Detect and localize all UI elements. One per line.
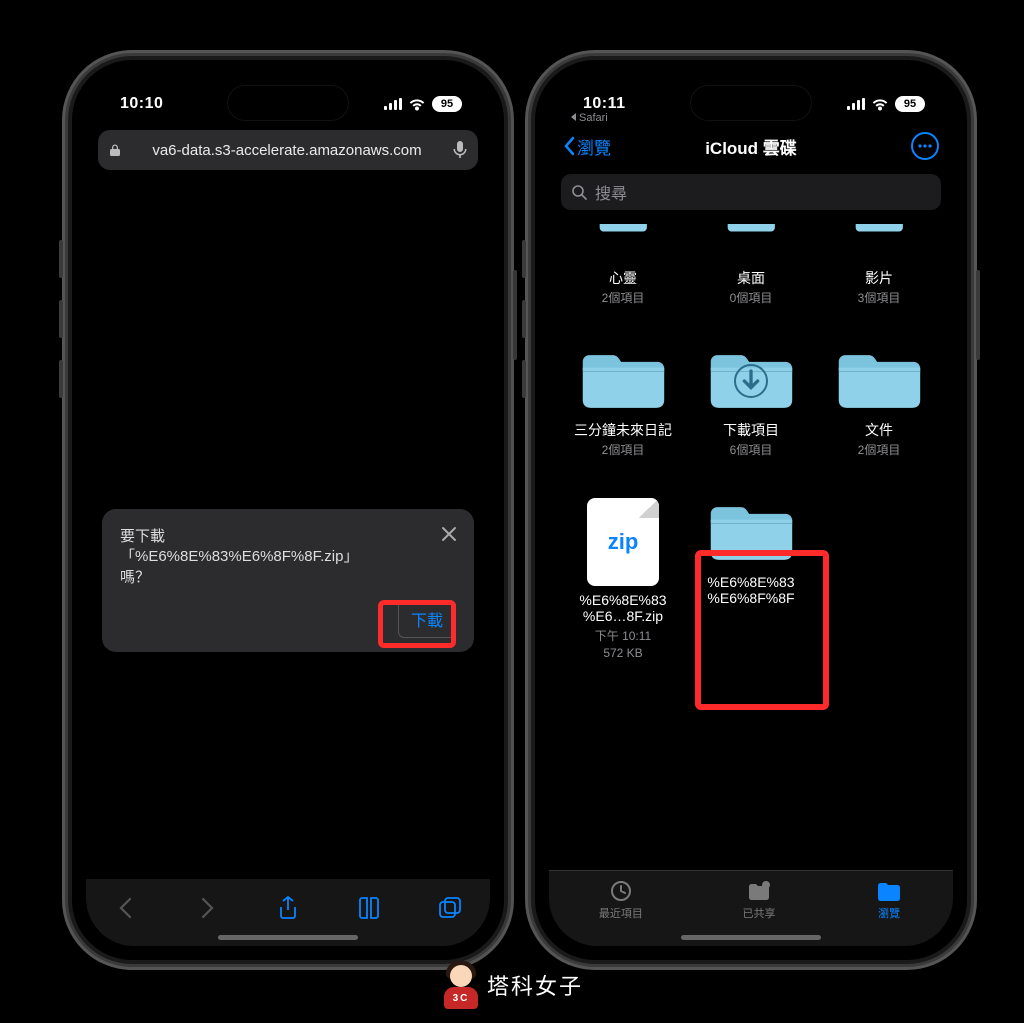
mic-icon[interactable] <box>452 140 468 160</box>
back-icon[interactable] <box>113 895 139 921</box>
phone-left-safari: 10:10 95 va6-data.s3-accelerate.amazonaw… <box>72 60 504 960</box>
search-field[interactable]: 搜尋 <box>561 174 941 210</box>
wifi-icon <box>871 97 889 111</box>
folder-icon <box>833 346 925 416</box>
status-time: 10:10 <box>120 95 163 113</box>
extracted-folder-item[interactable]: %E6%8E%83%E6%8F%8F <box>687 498 815 661</box>
dynamic-island <box>691 86 811 120</box>
home-indicator <box>218 935 358 940</box>
folder-item[interactable]: 文件 2個項目 <box>815 346 943 458</box>
tab-shared[interactable]: 已共享 <box>742 879 775 921</box>
address-bar[interactable]: va6-data.s3-accelerate.amazonaws.com <box>98 130 478 170</box>
share-icon[interactable] <box>275 895 301 921</box>
download-arrow-icon <box>705 346 797 416</box>
folder-downloads[interactable]: 下載項目 6個項目 <box>687 346 815 458</box>
download-button[interactable]: 下載 <box>398 600 456 638</box>
files-grid[interactable]: 心靈 2個項目 桌面 0個項目 影片 3個項目 三分鐘未來日記 <box>549 224 953 866</box>
folder-item[interactable]: 影片 3個項目 <box>815 224 943 306</box>
folder-item[interactable]: 桌面 0個項目 <box>687 224 815 306</box>
prompt-text: 要下載 「%E6%8E%83%E6%8F%8F.zip」 嗎？ <box>120 527 456 588</box>
folder-item[interactable]: 心靈 2個項目 <box>559 224 687 306</box>
cellular-icon <box>384 98 402 110</box>
phone-right-files: 10:11 95 Safari 瀏覽 iCloud 雲碟 <box>535 60 967 960</box>
bookmarks-icon[interactable] <box>356 895 382 921</box>
folder-icon <box>577 346 669 416</box>
download-prompt: 要下載 「%E6%8E%83%E6%8F%8F.zip」 嗎？ 下載 <box>102 509 474 652</box>
tab-recents[interactable]: 最近項目 <box>599 879 643 921</box>
folder-icon <box>705 498 797 568</box>
folder-icon <box>705 224 797 264</box>
zip-file-item[interactable]: zip %E6%8E%83%E6…8F.zip 下午 10:11 572 KB <box>559 498 687 661</box>
battery-icon: 95 <box>432 96 462 112</box>
search-icon <box>571 184 587 200</box>
nav-bar: 瀏覽 iCloud 雲碟 <box>549 124 953 168</box>
dynamic-island <box>228 86 348 120</box>
watermark-text: 塔科女子 <box>487 969 583 1001</box>
wifi-icon <box>408 97 426 111</box>
tabs-icon[interactable] <box>437 895 463 921</box>
watermark-avatar-icon: 3C <box>441 961 481 1009</box>
search-placeholder: 搜尋 <box>595 180 627 204</box>
forward-icon[interactable] <box>194 895 220 921</box>
zip-icon: zip <box>587 498 659 586</box>
back-to-app[interactable]: Safari <box>569 112 608 124</box>
folder-icon <box>833 224 925 264</box>
watermark: 3C 塔科女子 <box>441 961 583 1009</box>
tab-browse[interactable]: 瀏覽 <box>875 879 903 921</box>
folder-icon <box>705 346 797 416</box>
address-text: va6-data.s3-accelerate.amazonaws.com <box>132 142 442 159</box>
close-icon[interactable] <box>438 523 460 545</box>
more-options-button[interactable] <box>911 132 939 160</box>
nav-back-button[interactable]: 瀏覽 <box>563 134 611 159</box>
battery-icon: 95 <box>895 96 925 112</box>
lock-icon <box>108 143 122 157</box>
folder-item[interactable]: 三分鐘未來日記 2個項目 <box>559 346 687 458</box>
cellular-icon <box>847 98 865 110</box>
status-time: 10:11 <box>583 95 626 113</box>
home-indicator <box>681 935 821 940</box>
folder-icon <box>577 224 669 264</box>
